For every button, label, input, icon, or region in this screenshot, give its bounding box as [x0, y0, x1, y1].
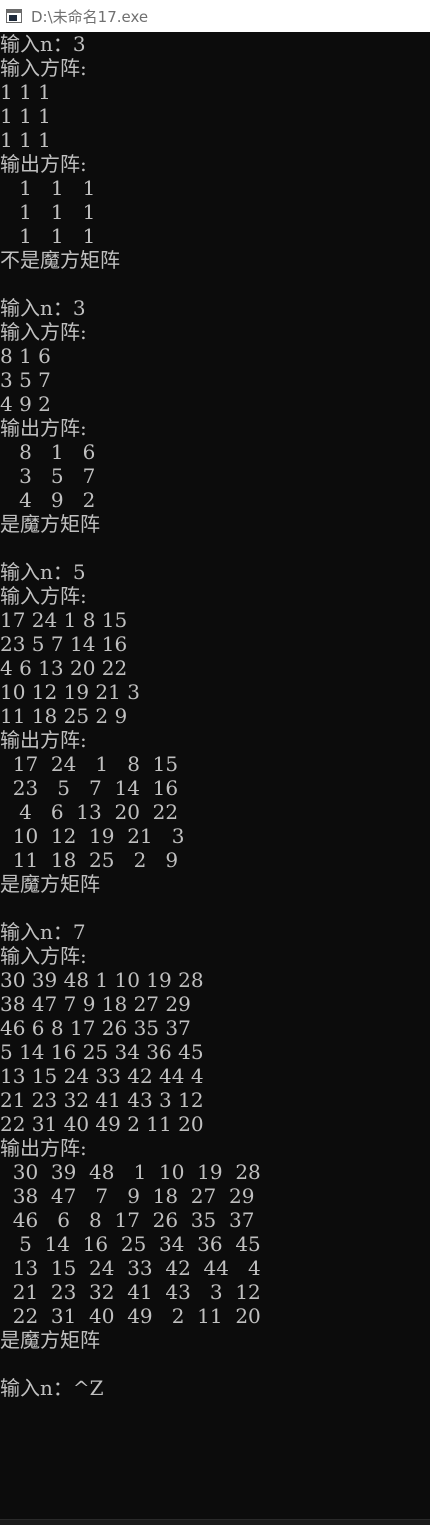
console-line: 1 1 1	[0, 176, 96, 200]
console-line: 23 5 7 14 16	[0, 776, 179, 800]
console-line: 4 6 13 20 22	[0, 800, 179, 824]
console-line: 1 1 1	[0, 224, 96, 248]
console-line: 不是魔方矩阵	[0, 248, 120, 272]
console-line: 21 23 32 41 43 3 12	[0, 1088, 204, 1112]
console-line: 13 15 24 33 42 44 4	[0, 1064, 204, 1088]
icon-title-strip	[7, 10, 21, 13]
console-line: 11 18 25 2 9	[0, 704, 128, 728]
console-output[interactable]: 输入n：3 输入方阵: 1 1 11 1 11 1 1 输出方阵: 1 1 1 1 1…	[0, 32, 430, 1520]
console-line: 输出方阵:	[0, 1136, 87, 1160]
console-line: 30 39 48 1 10 19 28	[0, 968, 204, 992]
console-line: 22 31 40 49 2 11 20	[0, 1304, 261, 1328]
console-line: 4 9 2	[0, 392, 51, 416]
icon-screen	[9, 15, 17, 21]
console-line: 38 47 7 9 18 27 29	[0, 1184, 255, 1208]
console-line: 5 14 16 25 34 36 45	[0, 1232, 261, 1256]
title-bar[interactable]: D:\未命名17.exe	[0, 0, 430, 32]
console-line: 1 1 1	[0, 200, 96, 224]
console-line: 30 39 48 1 10 19 28	[0, 1160, 261, 1184]
console-line: 输入n：3	[0, 32, 86, 56]
console-line: 4 9 2	[0, 488, 96, 512]
console-line: 输入n：7	[0, 920, 86, 944]
console-window-icon[interactable]	[6, 9, 22, 23]
console-line: 23 5 7 14 16	[0, 632, 128, 656]
console-line: 11 18 25 2 9	[0, 848, 179, 872]
console-line: 输入方阵:	[0, 56, 87, 80]
console-line: 1 1 1	[0, 104, 51, 128]
console-line: 是魔方矩阵	[0, 872, 100, 896]
console-window: D:\未命名17.exe 输入n：3 输入方阵: 1 1 11 1 11 1 1 输出…	[0, 0, 430, 1525]
console-line: 46 6 8 17 26 35 37	[0, 1208, 255, 1232]
console-line: 输出方阵:	[0, 728, 87, 752]
console-line: 38 47 7 9 18 27 29	[0, 992, 191, 1016]
console-line: 22 31 40 49 2 11 20	[0, 1112, 204, 1136]
console-line: 3 5 7	[0, 464, 96, 488]
console-line: 是魔方矩阵	[0, 1328, 100, 1352]
console-line: 是魔方矩阵	[0, 512, 100, 536]
console-line: 输入n：3	[0, 296, 86, 320]
console-line: 17 24 1 8 15	[0, 608, 128, 632]
console-line: 输入方阵:	[0, 584, 87, 608]
console-line: 17 24 1 8 15	[0, 752, 179, 776]
console-line: 输入n：5	[0, 560, 86, 584]
window-title: D:\未命名17.exe	[31, 7, 149, 26]
window-bottom-edge	[0, 1519, 430, 1525]
console-line: 1 1 1	[0, 80, 51, 104]
console-line: 4 6 13 20 22	[0, 656, 128, 680]
console-line: 3 5 7	[0, 368, 51, 392]
console-line: 21 23 32 41 43 3 12	[0, 1280, 261, 1304]
console-line: 输入方阵:	[0, 944, 87, 968]
console-line: 1 1 1	[0, 128, 51, 152]
console-line: 8 1 6	[0, 344, 51, 368]
console-line: 5 14 16 25 34 36 45	[0, 1040, 204, 1064]
console-line: 46 6 8 17 26 35 37	[0, 1016, 191, 1040]
console-line: 输入方阵:	[0, 320, 87, 344]
console-line: 8 1 6	[0, 440, 96, 464]
console-line: 10 12 19 21 3	[0, 680, 140, 704]
console-line: 输出方阵:	[0, 416, 87, 440]
console-line: 输出方阵:	[0, 152, 87, 176]
console-line: 13 15 24 33 42 44 4	[0, 1256, 261, 1280]
console-line: 10 12 19 21 3	[0, 824, 185, 848]
console-line: 输入n：^Z	[0, 1376, 104, 1400]
